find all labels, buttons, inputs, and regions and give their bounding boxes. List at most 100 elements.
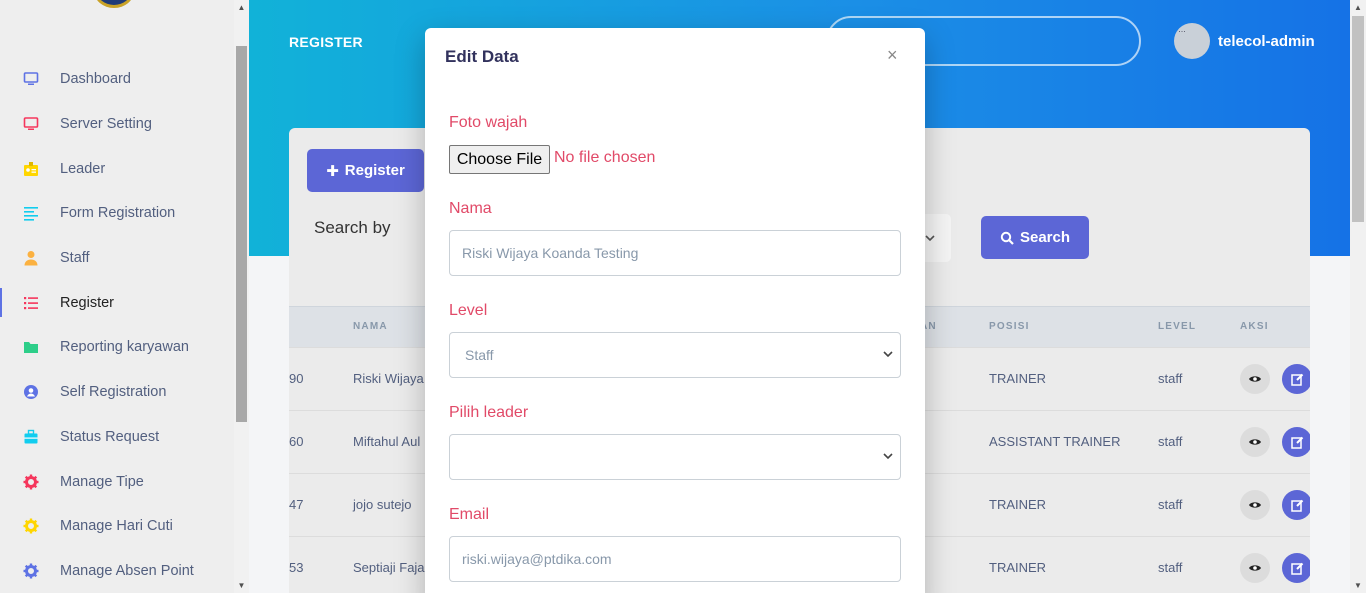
nama-label: Nama [449, 200, 492, 217]
sidebar-item-label: Server Setting [60, 116, 152, 133]
sidebar-item-manage-tipe[interactable]: Manage Tipe [0, 459, 234, 504]
user-icon [22, 249, 40, 267]
brand-logo[interactable] [94, 0, 134, 8]
row-posisi: TRAINER [989, 560, 1047, 575]
sidebar-scroll-up-icon[interactable]: ▲ [234, 0, 249, 15]
page-scrollbar-thumb[interactable] [1352, 16, 1364, 222]
view-button[interactable] [1240, 364, 1270, 394]
sidebar-item-label: Reporting karyawan [60, 339, 189, 356]
sidebar-item-manage-hari-cuti[interactable]: Manage Hari Cuti [0, 504, 234, 549]
row-id: 53 [289, 560, 304, 575]
row-id: 90 [289, 371, 304, 386]
eye-icon [1249, 502, 1261, 508]
eye-icon [1249, 565, 1261, 571]
sidebar-item-register[interactable]: Register [0, 280, 234, 325]
nama-field[interactable]: Riski Wijaya Koanda Testing [449, 230, 901, 276]
register-button[interactable]: ✚ Register [307, 149, 424, 192]
row-nama: Riski Wijaya [353, 371, 424, 386]
level-select[interactable]: Staff [449, 332, 901, 378]
sidebar: Dashboard Server Setting Leader Form Reg… [0, 0, 234, 593]
edit-button[interactable] [1282, 553, 1310, 583]
page-title: REGISTER [289, 34, 363, 50]
row-level: staff [1158, 560, 1183, 575]
avatar[interactable]: ▫... [1174, 23, 1210, 59]
view-button[interactable] [1240, 490, 1270, 520]
search-button[interactable]: Search [981, 216, 1089, 259]
column-header-nama: NAMA [353, 321, 388, 332]
align-left-icon [22, 204, 40, 222]
email-field-value: riski.wijaya@ptdika.com [462, 551, 612, 567]
briefcase-icon [22, 428, 40, 446]
row-level: staff [1158, 497, 1183, 512]
monitor-icon [22, 70, 40, 88]
sidebar-nav: Dashboard Server Setting Leader Form Reg… [0, 57, 234, 593]
sidebar-item-dashboard[interactable]: Dashboard [0, 57, 234, 102]
sidebar-item-status-request[interactable]: Status Request [0, 415, 234, 460]
file-status-text: No file chosen [554, 149, 656, 166]
page-scroll-down-icon[interactable]: ▼ [1350, 578, 1366, 593]
row-level: staff [1158, 434, 1183, 449]
badge-icon [22, 160, 40, 178]
sidebar-item-form-registration[interactable]: Form Registration [0, 191, 234, 236]
sidebar-scrollbar-thumb[interactable] [236, 46, 247, 422]
avatar-alt-text: ... [1178, 24, 1186, 34]
view-button[interactable] [1240, 427, 1270, 457]
edit-button[interactable] [1282, 490, 1310, 520]
sidebar-item-label: Form Registration [60, 205, 176, 222]
email-field[interactable]: riski.wijaya@ptdika.com [449, 536, 901, 582]
close-icon[interactable]: × [887, 45, 898, 66]
user-name[interactable]: telecol-admin [1218, 33, 1315, 50]
eye-icon [1249, 376, 1261, 382]
search-icon [1000, 231, 1014, 245]
row-level: staff [1158, 371, 1183, 386]
search-by-label: Search by [314, 218, 391, 237]
row-nama: Miftahul Aul [353, 434, 421, 449]
page-scroll-up-icon[interactable]: ▲ [1350, 0, 1366, 15]
row-posisi: ASSISTANT TRAINER [989, 434, 1121, 449]
sidebar-item-label: Manage Tipe [60, 473, 144, 490]
column-header-level: LEVEL [1158, 321, 1197, 332]
sidebar-item-leader[interactable]: Leader [0, 146, 234, 191]
email-label: Email [449, 506, 490, 523]
gear-icon [22, 562, 40, 580]
level-select-value: Staff [465, 347, 494, 363]
foto-wajah-label: Foto wajah [449, 114, 528, 131]
column-header-posisi: POSISI [989, 321, 1030, 332]
row-nama: jojo sutejo [353, 497, 412, 512]
edit-button[interactable] [1282, 364, 1310, 394]
sidebar-item-label: Dashboard [60, 71, 131, 88]
search-button-label: Search [1019, 229, 1071, 246]
choose-file-button[interactable]: Choose File [449, 145, 550, 174]
gear-icon [22, 473, 40, 491]
edit-icon [1290, 436, 1303, 449]
folder-icon [22, 338, 40, 356]
sidebar-scroll-down-icon[interactable]: ▼ [234, 578, 249, 593]
chevron-down-icon [883, 351, 893, 358]
sidebar-item-reporting-karyawan[interactable]: Reporting karyawan [0, 325, 234, 370]
row-id: 47 [289, 497, 304, 512]
edit-button[interactable] [1282, 427, 1310, 457]
broken-image-icon: ▫... [1175, 24, 1186, 34]
view-button[interactable] [1240, 553, 1270, 583]
edit-icon [1290, 499, 1303, 512]
sidebar-item-staff[interactable]: Staff [0, 236, 234, 281]
row-posisi: TRAINER [989, 371, 1047, 386]
sidebar-item-label: Status Request [60, 428, 160, 445]
sidebar-item-label: Leader [60, 160, 106, 177]
row-posisi: TRAINER [989, 497, 1047, 512]
sidebar-item-server-setting[interactable]: Server Setting [0, 102, 234, 147]
user-circle-icon [22, 383, 40, 401]
register-button-label: Register [344, 162, 405, 179]
row-nama: Septiaji Faja [353, 560, 425, 575]
edit-icon [1290, 562, 1303, 575]
leader-select[interactable] [449, 434, 901, 480]
sidebar-item-self-registration[interactable]: Self Registration [0, 370, 234, 415]
sidebar-item-manage-absen-point[interactable]: Manage Absen Point [0, 549, 234, 593]
pilih-leader-label: Pilih leader [449, 404, 529, 421]
sidebar-item-label: Register [60, 294, 114, 311]
level-label: Level [449, 302, 488, 319]
nama-field-value: Riski Wijaya Koanda Testing [462, 245, 639, 261]
sidebar-item-label: Staff [60, 250, 90, 267]
sidebar-item-label: Manage Absen Point [60, 562, 194, 579]
gear-icon [22, 517, 40, 535]
